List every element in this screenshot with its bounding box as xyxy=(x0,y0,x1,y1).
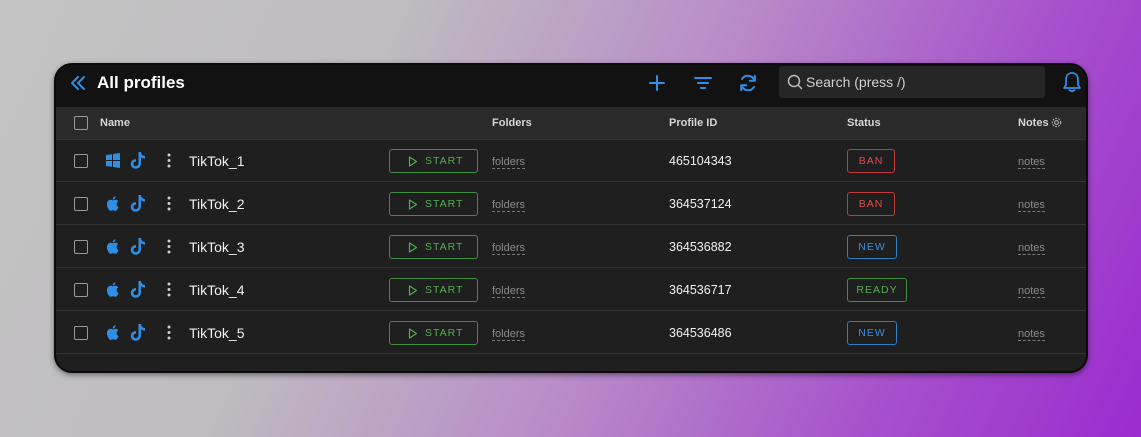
tiktok-icon xyxy=(130,238,145,255)
more-options-icon[interactable] xyxy=(166,152,172,169)
status-badge[interactable]: READY xyxy=(847,278,907,302)
apple-icon xyxy=(106,239,119,254)
play-icon xyxy=(408,285,418,296)
profile-id: 364536486 xyxy=(669,326,732,340)
column-header-folders[interactable]: Folders xyxy=(492,117,532,129)
row-checkbox[interactable] xyxy=(74,197,88,211)
profile-id: 364536717 xyxy=(669,283,732,297)
start-button-label: START xyxy=(425,284,464,296)
column-header-profile-id[interactable]: Profile ID xyxy=(669,117,717,129)
more-options-icon[interactable] xyxy=(166,324,172,341)
top-bar: All profiles xyxy=(56,65,1086,107)
row-checkbox[interactable] xyxy=(74,154,88,168)
profile-name: TikTok_5 xyxy=(189,325,245,341)
add-icon[interactable] xyxy=(646,72,668,94)
apple-icon xyxy=(106,196,119,211)
folders-link[interactable]: folders xyxy=(492,328,526,341)
profile-name: TikTok_2 xyxy=(189,196,245,212)
tiktok-icon xyxy=(130,195,145,212)
folders-link[interactable]: folders xyxy=(492,242,526,255)
table-row[interactable]: TikTok_5 START folders 364536486 NEW not… xyxy=(56,312,1086,354)
status-badge[interactable]: NEW xyxy=(847,235,897,259)
start-button-label: START xyxy=(425,241,464,253)
row-checkbox[interactable] xyxy=(74,283,88,297)
apple-icon xyxy=(106,325,119,340)
search-box[interactable] xyxy=(779,66,1045,98)
start-button-label: START xyxy=(425,198,464,210)
more-options-icon[interactable] xyxy=(166,238,172,255)
status-badge[interactable]: BAN xyxy=(847,149,895,173)
table-row[interactable]: TikTok_1 START folders 465104343 BAN not… xyxy=(56,140,1086,182)
notes-link[interactable]: notes xyxy=(1018,285,1045,298)
profile-id: 364537124 xyxy=(669,197,732,211)
column-header-notes[interactable]: Notes xyxy=(1018,117,1049,129)
column-header-status[interactable]: Status xyxy=(847,117,881,129)
more-options-icon[interactable] xyxy=(166,195,172,212)
profiles-panel: All profiles Name Folders Pr xyxy=(54,63,1088,373)
table-header: Name Folders Profile ID Status Notes xyxy=(56,107,1086,140)
row-checkbox[interactable] xyxy=(74,326,88,340)
notes-link[interactable]: notes xyxy=(1018,328,1045,341)
folders-link[interactable]: folders xyxy=(492,199,526,212)
search-icon xyxy=(787,74,803,90)
play-icon xyxy=(408,242,418,253)
start-button-label: START xyxy=(425,155,464,167)
status-badge[interactable]: BAN xyxy=(847,192,895,216)
profile-name: TikTok_4 xyxy=(189,282,245,298)
profile-name: TikTok_3 xyxy=(189,239,245,255)
column-header-name[interactable]: Name xyxy=(100,117,130,129)
apple-icon xyxy=(106,282,119,297)
profile-id: 364536882 xyxy=(669,240,732,254)
folders-link[interactable]: folders xyxy=(492,285,526,298)
search-input[interactable] xyxy=(806,66,1036,98)
status-badge[interactable]: NEW xyxy=(847,321,897,345)
play-icon xyxy=(408,199,418,210)
tiktok-icon xyxy=(130,281,145,298)
row-checkbox[interactable] xyxy=(74,240,88,254)
notes-link[interactable]: notes xyxy=(1018,156,1045,169)
table-row[interactable]: TikTok_4 START folders 364536717 READY n… xyxy=(56,269,1086,311)
notes-link[interactable]: notes xyxy=(1018,199,1045,212)
start-button[interactable]: START xyxy=(389,149,478,173)
start-button-label: START xyxy=(425,327,464,339)
double-chevron-left-icon[interactable] xyxy=(69,73,87,93)
start-button[interactable]: START xyxy=(389,235,478,259)
profile-name: TikTok_1 xyxy=(189,153,245,169)
play-icon xyxy=(408,328,418,339)
table-row[interactable]: TikTok_3 START folders 364536882 NEW not… xyxy=(56,226,1086,268)
refresh-icon[interactable] xyxy=(737,72,759,94)
start-button[interactable]: START xyxy=(389,192,478,216)
filter-icon[interactable] xyxy=(692,72,714,94)
tiktok-icon xyxy=(130,324,145,341)
play-icon xyxy=(408,156,418,167)
notes-link[interactable]: notes xyxy=(1018,242,1045,255)
folders-link[interactable]: folders xyxy=(492,156,526,169)
bell-icon[interactable] xyxy=(1062,71,1082,93)
select-all-checkbox[interactable] xyxy=(74,116,88,130)
profile-id: 465104343 xyxy=(669,154,732,168)
start-button[interactable]: START xyxy=(389,321,478,345)
start-button[interactable]: START xyxy=(389,278,478,302)
gear-icon[interactable] xyxy=(1050,116,1063,129)
table-row[interactable]: TikTok_2 START folders 364537124 BAN not… xyxy=(56,183,1086,225)
page-title: All profiles xyxy=(97,73,185,92)
more-options-icon[interactable] xyxy=(166,281,172,298)
windows-icon xyxy=(106,153,120,168)
tiktok-icon xyxy=(130,152,145,169)
